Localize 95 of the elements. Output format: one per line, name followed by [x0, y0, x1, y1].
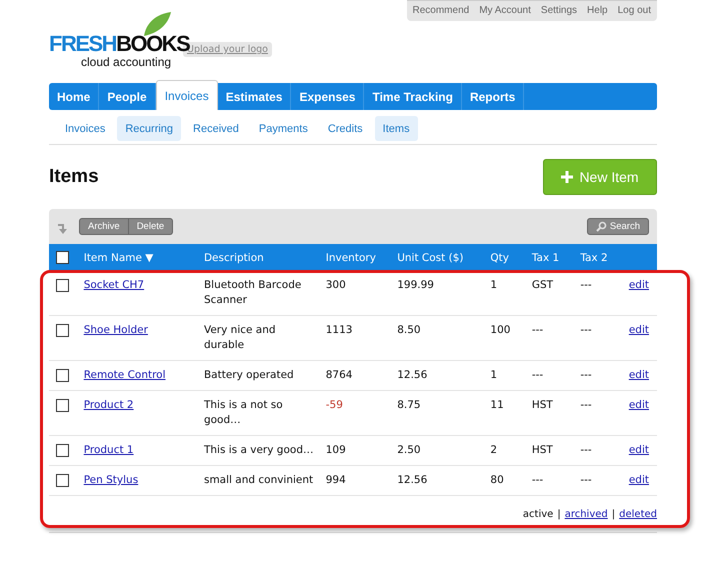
- table-cell: 12.56: [397, 474, 428, 486]
- column-header[interactable]: Item Name ▼: [84, 252, 154, 264]
- item-name-link[interactable]: Pen Stylus: [84, 474, 138, 486]
- logo-tagline: cloud accounting: [81, 55, 172, 69]
- item-name-link[interactable]: Product 1: [84, 444, 134, 456]
- table-cell: Very nice and durable: [204, 324, 276, 351]
- column-header[interactable]: Unit Cost ($): [397, 252, 464, 264]
- table-cell: HST: [532, 399, 553, 411]
- item-name-link[interactable]: Socket CH7: [84, 279, 144, 291]
- table-cell: 100: [490, 324, 510, 336]
- item-name-link[interactable]: Product 2: [84, 399, 134, 411]
- table-cell: 2: [490, 444, 498, 456]
- table-cell: ---: [580, 474, 592, 486]
- select-all-checkbox[interactable]: [56, 251, 69, 264]
- row-checkbox[interactable]: [56, 368, 69, 382]
- nav-tab[interactable]: Reports: [462, 83, 524, 110]
- leaf-icon: [142, 11, 172, 37]
- table-cell: Bluetooth Barcode Scanner: [204, 279, 302, 306]
- top-link[interactable]: Settings: [540, 5, 578, 16]
- toolbar-button[interactable]: Archive: [79, 218, 129, 235]
- table-cell: HST: [532, 444, 553, 456]
- column-header[interactable]: Tax 2: [580, 252, 608, 264]
- nav-tab[interactable]: Estimates: [218, 83, 292, 110]
- table-cell: 8764: [326, 369, 352, 381]
- table-cell: ---: [580, 399, 592, 411]
- arrow-down-icon: [57, 222, 69, 234]
- table-cell: 8.50: [397, 324, 421, 336]
- table-cell: Battery operated: [204, 369, 294, 381]
- table-cell: 1: [490, 279, 498, 291]
- toolbar-button[interactable]: Delete: [128, 218, 174, 235]
- subnav-tab[interactable]: Invoices: [57, 116, 114, 141]
- row-checkbox[interactable]: [56, 398, 69, 412]
- top-link[interactable]: Help: [587, 5, 608, 16]
- row-checkbox[interactable]: [56, 444, 69, 457]
- top-link[interactable]: Log out: [618, 5, 651, 16]
- filter-link[interactable]: active: [522, 509, 554, 520]
- table-cell: ---: [580, 279, 592, 291]
- column-header[interactable]: Qty: [490, 252, 510, 264]
- item-name-link[interactable]: Remote Control: [84, 369, 166, 381]
- nav-tab[interactable]: Invoices: [156, 80, 218, 110]
- table-cell: This is a not so good…: [204, 399, 283, 426]
- edit-link[interactable]: edit: [628, 369, 649, 381]
- logo-text: FRESH: [49, 31, 116, 56]
- row-checkbox[interactable]: [56, 278, 69, 292]
- table-cell: small and convinient: [204, 474, 314, 486]
- nav-tab[interactable]: Home: [49, 83, 100, 110]
- filter-link[interactable]: deleted: [619, 509, 657, 520]
- subnav-tab[interactable]: Credits: [320, 116, 371, 141]
- edit-link[interactable]: edit: [628, 279, 649, 291]
- column-header[interactable]: Description: [204, 252, 264, 264]
- subnav-tab[interactable]: Items: [374, 116, 418, 141]
- table-cell: 1113: [326, 324, 352, 336]
- table-cell: 199.99: [397, 279, 434, 291]
- table-cell: 11: [490, 399, 504, 411]
- separator: |: [557, 509, 561, 520]
- subnav-tab[interactable]: Payments: [250, 116, 316, 141]
- table-cell: ---: [580, 369, 592, 381]
- filter-link[interactable]: archived: [564, 509, 608, 520]
- subnav-tab[interactable]: Received: [185, 116, 247, 141]
- nav-tab[interactable]: Expenses: [291, 83, 364, 110]
- search-button[interactable]: Search: [586, 218, 649, 235]
- table-cell: ---: [580, 324, 592, 336]
- table-cell: 1: [490, 369, 498, 381]
- table-cell: 994: [326, 474, 346, 486]
- table-cell: -59: [326, 399, 343, 411]
- subnav-tab[interactable]: Recurring: [117, 116, 182, 141]
- table-cell: ---: [532, 369, 544, 381]
- new-item-button[interactable]: New Item: [543, 159, 657, 195]
- plus-icon: [561, 171, 574, 183]
- separator: |: [612, 509, 616, 520]
- table-cell: ---: [532, 324, 544, 336]
- edit-link[interactable]: edit: [628, 324, 649, 336]
- edit-link[interactable]: edit: [628, 399, 649, 411]
- table-cell: GST: [532, 279, 554, 291]
- table-cell: 8.75: [397, 399, 421, 411]
- item-name-link[interactable]: Shoe Holder: [84, 324, 148, 336]
- table-cell: 80: [490, 474, 504, 486]
- row-checkbox[interactable]: [56, 324, 69, 337]
- column-header[interactable]: Inventory: [326, 252, 376, 264]
- top-link[interactable]: Recommend: [412, 5, 470, 16]
- nav-tab[interactable]: Time Tracking: [364, 83, 462, 110]
- table-cell: 12.56: [397, 369, 428, 381]
- table-cell: ---: [532, 474, 544, 486]
- table-cell: ---: [580, 444, 592, 456]
- row-checkbox[interactable]: [56, 474, 69, 487]
- search-icon: [596, 221, 607, 232]
- page-title: Items: [49, 166, 99, 188]
- top-link[interactable]: My Account: [479, 5, 531, 16]
- table-cell: 300: [326, 279, 346, 291]
- table-cell: This is a very good…: [204, 444, 314, 456]
- column-header[interactable]: Tax 1: [532, 252, 560, 264]
- edit-link[interactable]: edit: [628, 474, 649, 486]
- table-cell: 109: [326, 444, 346, 456]
- edit-link[interactable]: edit: [628, 444, 649, 456]
- table-cell: 2.50: [397, 444, 421, 456]
